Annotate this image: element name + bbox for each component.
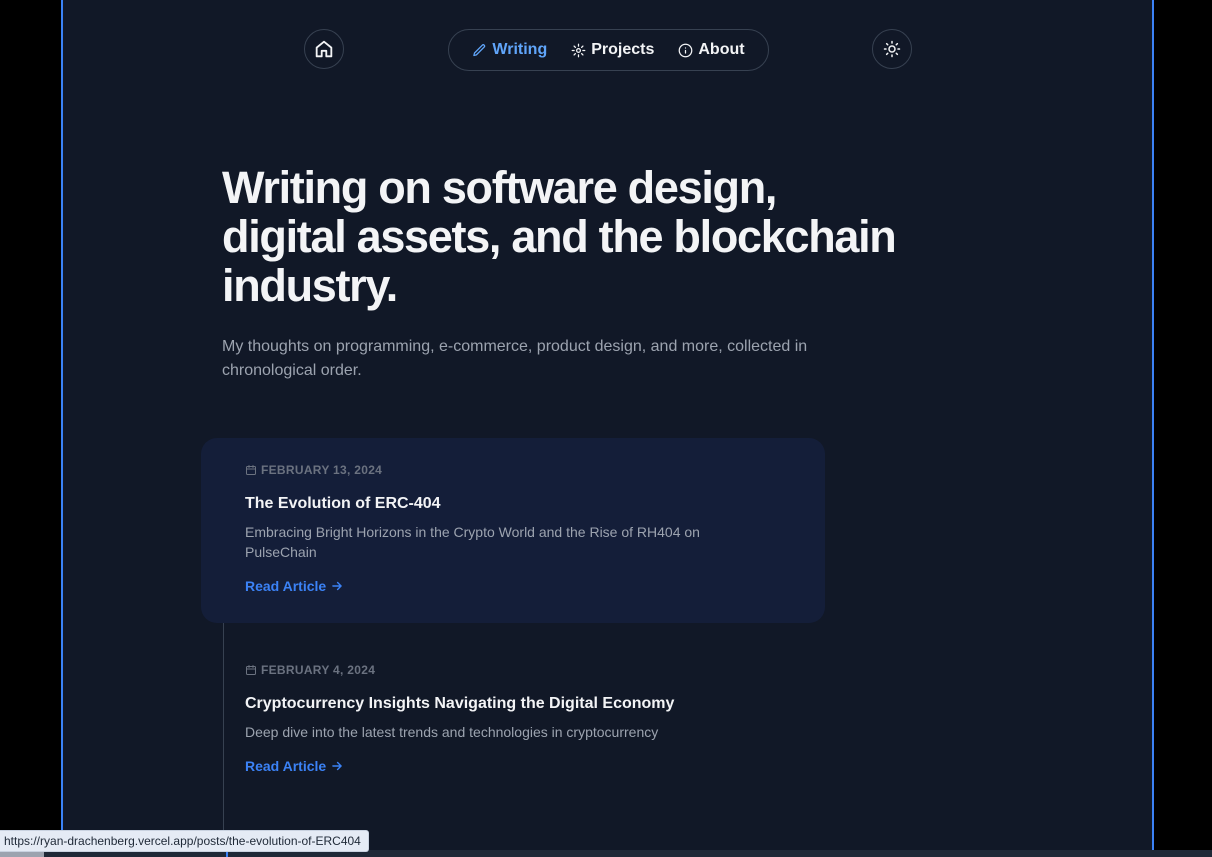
post-date-text: FEBRUARY 4, 2024 xyxy=(261,663,376,677)
post-title[interactable]: Cryptocurrency Insights Navigating the D… xyxy=(245,694,781,714)
read-article-label: Read Article xyxy=(245,578,327,594)
nav-item-label: Projects xyxy=(591,41,655,58)
post-card[interactable]: FEBRUARY 4, 2024 Cryptocurrency Insights… xyxy=(201,638,825,798)
post-date-text: FEBRUARY 13, 2024 xyxy=(261,463,383,477)
home-button[interactable] xyxy=(304,29,344,69)
calendar-icon xyxy=(246,665,256,675)
read-article-link[interactable]: Read Article xyxy=(245,758,781,774)
nav-item-projects[interactable]: Projects xyxy=(571,41,654,59)
nav-item-label: Writing xyxy=(492,41,548,58)
sun-icon xyxy=(883,40,901,58)
main-nav: Writing Projects About xyxy=(448,29,769,71)
post-date: FEBRUARY 13, 2024 xyxy=(245,462,781,478)
nav-item-about[interactable]: About xyxy=(678,41,745,59)
post-title[interactable]: The Evolution of ERC-404 xyxy=(245,494,781,514)
page-intro: My thoughts on programming, e-commerce, … xyxy=(222,338,808,379)
post-summary: Embracing Bright Horizons in the Crypto … xyxy=(245,524,700,560)
read-article-link[interactable]: Read Article xyxy=(245,578,781,594)
page-title: Writing on software design, digital asse… xyxy=(222,162,897,311)
nav-item-label: About xyxy=(698,41,745,58)
arrow-right-icon xyxy=(332,761,342,771)
home-icon xyxy=(315,40,333,58)
nav-item-writing[interactable]: Writing xyxy=(472,41,547,59)
post-summary: Deep dive into the latest trends and tec… xyxy=(245,724,659,740)
page-frame: Writing Projects About Writing on softwa… xyxy=(61,0,1154,857)
gear-icon xyxy=(571,43,586,57)
theme-toggle-button[interactable] xyxy=(872,29,912,69)
arrow-right-icon xyxy=(332,581,342,591)
link-status-bar: https://ryan-drachenberg.vercel.app/post… xyxy=(0,830,369,852)
pencil-icon xyxy=(473,43,486,56)
info-icon xyxy=(679,43,693,57)
calendar-icon xyxy=(246,465,256,475)
post-date: FEBRUARY 4, 2024 xyxy=(245,662,781,678)
read-article-label: Read Article xyxy=(245,758,327,774)
post-card[interactable]: FEBRUARY 13, 2024 The Evolution of ERC-4… xyxy=(201,438,825,623)
